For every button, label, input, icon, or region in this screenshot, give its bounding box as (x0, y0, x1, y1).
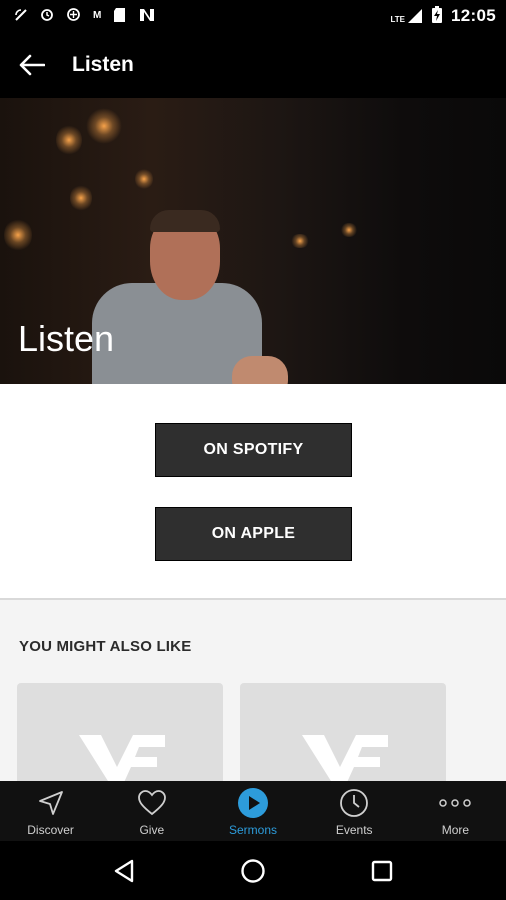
listen-options: ON SPOTIFY ON APPLE (0, 384, 506, 598)
nav-item-more[interactable]: More (405, 781, 506, 841)
status-right-icons: LTE 12:05 (391, 5, 497, 27)
nav-item-discover[interactable]: Discover (0, 781, 101, 841)
bottom-navigation: Discover Give Sermons Events More (0, 781, 506, 841)
status-time: 12:05 (451, 6, 496, 25)
back-button[interactable] (0, 32, 64, 98)
listen-on-spotify-button[interactable]: ON SPOTIFY (155, 423, 352, 477)
hero-title: Listen (18, 318, 115, 359)
app-n-icon (138, 7, 156, 26)
system-home-button[interactable] (233, 851, 273, 891)
nav-label: More (441, 823, 470, 837)
nav-item-sermons[interactable]: Sermons (202, 781, 303, 841)
stage-light (340, 223, 358, 237)
home-circle-icon (241, 858, 265, 883)
stage-light (70, 184, 92, 212)
related-card[interactable] (240, 683, 446, 781)
sd-card-icon (113, 7, 126, 26)
lte-signal-icon: LTE (391, 8, 424, 24)
related-section: YOU MIGHT ALSO LIKE (0, 600, 506, 781)
arrow-left-icon (19, 54, 45, 76)
vpn-icon (66, 7, 81, 25)
nav-label: Give (139, 823, 165, 837)
network-label: LTE (390, 15, 406, 24)
nav-label: Discover (27, 823, 74, 837)
signal-notification-icon (14, 8, 28, 25)
vf-logo-icon (79, 735, 165, 781)
speaker-hands (232, 356, 288, 384)
related-card[interactable] (17, 683, 223, 781)
recents-square-icon (371, 860, 392, 881)
stage-light (4, 218, 32, 252)
nav-item-give[interactable]: Give (101, 781, 202, 841)
play-circle-icon (237, 787, 269, 819)
system-navigation-bar (0, 841, 506, 900)
system-back-button[interactable] (104, 851, 144, 891)
hero-banner: Listen (0, 98, 506, 384)
stage-light (86, 108, 122, 144)
status-bar: M LTE 12:05 (0, 0, 506, 32)
listen-on-apple-button[interactable]: ON APPLE (155, 507, 352, 561)
stage-light (56, 124, 82, 156)
clock-icon (339, 787, 369, 819)
gmail-icon: M (93, 10, 102, 21)
navigation-arrow-icon (36, 787, 66, 819)
nav-label: Events (335, 823, 373, 837)
status-left-icons: M (14, 7, 156, 26)
related-heading: YOU MIGHT ALSO LIKE (19, 638, 192, 655)
vf-logo-icon (302, 735, 388, 781)
more-dots-icon (438, 787, 472, 819)
battery-charging-icon (431, 5, 443, 27)
stage-light (290, 234, 310, 248)
page-title: Listen (72, 53, 134, 76)
back-triangle-icon (115, 859, 134, 882)
system-recents-button[interactable] (362, 851, 402, 891)
stage-light (135, 168, 153, 190)
sync-icon (40, 8, 54, 25)
nav-label: Sermons (228, 823, 278, 837)
app-bar: Listen (0, 32, 506, 98)
speaker-hair (150, 210, 220, 232)
nav-item-events[interactable]: Events (304, 781, 405, 841)
heart-icon (137, 787, 167, 819)
